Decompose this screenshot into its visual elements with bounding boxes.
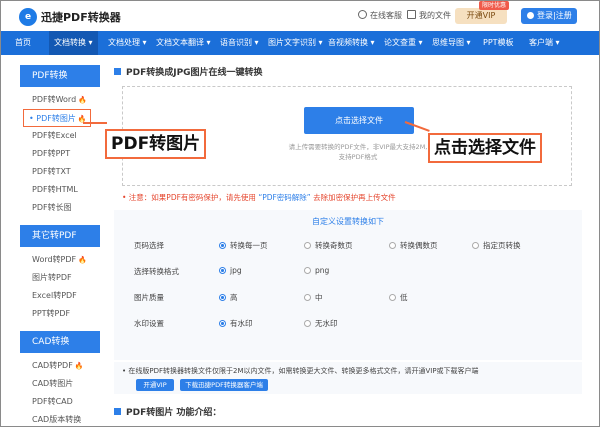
sidebar-item-pdf-to-excel[interactable]: PDF转Excel [20,127,100,145]
hot-icon: 🔥 [74,362,84,370]
callout-arrow-left [83,122,107,124]
download-client-button[interactable]: 下载迅捷PDF转换器客户端 [180,379,268,391]
sidebar: PDF转换 PDF转Word 🔥 • PDF转图片 🔥 PDF转Excel PDF转… [20,65,100,426]
radio-icon [219,294,226,301]
sidebar-item-ppt-to-pdf[interactable]: PPT转PDF [20,305,100,323]
limit-info: • 在线版PDF转换器转换文件仅限于2M以内文件，如需转换更大文件、转换更多格式… [114,362,582,394]
option-every-page[interactable]: 转换每一页 [219,240,268,251]
sidebar-item-excel-to-pdf[interactable]: Excel转PDF [20,287,100,305]
open-vip-button[interactable]: 开通VIP [136,379,174,391]
title-square-icon [114,68,121,75]
screenshot-frame: e 迅捷PDF转换器 在线客服 我的文件 开通VIP 限时优惠 登录|注册 首页… [0,0,600,427]
sidebar-group-to-pdf: 其它转PDF [20,225,100,247]
option-no-watermark[interactable]: 无水印 [304,318,338,329]
logo-icon: e [19,8,37,26]
password-note: • 注意：如果PDF有密码保护，请先使用 “PDF密码解除” 去除加密保护再上传… [122,193,396,202]
radio-icon [304,320,311,327]
radio-icon [219,242,226,249]
title-square-icon [114,408,121,415]
option-jpg[interactable]: jpg [219,266,242,275]
nav-doc-translate[interactable]: 文档文本翻译 ▾ [156,31,211,55]
sidebar-item-pdf-to-html[interactable]: PDF转HTML [20,181,100,199]
option-with-watermark[interactable]: 有水印 [219,318,253,329]
top-bar: e 迅捷PDF转换器 在线客服 我的文件 开通VIP 限时优惠 登录|注册 [1,1,599,31]
vip-promo-badge: 限时优惠 [479,1,510,10]
password-remove-link[interactable]: “PDF密码解除” [258,193,310,202]
sidebar-item-pdf-to-ppt[interactable]: PDF转PPT [20,145,100,163]
nav-speech[interactable]: 语音识别 ▾ [220,31,259,55]
sidebar-group-cad: CAD转换 [20,331,100,353]
sidebar-item-pdf-to-word[interactable]: PDF转Word 🔥 [20,91,100,109]
nav-media[interactable]: 音视频转换 ▾ [328,31,375,55]
nav-mindmap[interactable]: 思维导图 ▾ [432,31,471,55]
option-png[interactable]: png [304,266,329,275]
nav-home[interactable]: 首页 [15,31,31,55]
nav-doc-convert[interactable]: 文档转换 ▾ [49,31,98,55]
option-quality-low[interactable]: 低 [389,292,408,303]
sidebar-item-cad-to-image[interactable]: CAD转图片 [20,375,100,393]
login-button[interactable]: 登录|注册 [521,8,577,24]
callout-pdf-to-image: PDF转图片 [105,129,207,159]
nav-ocr[interactable]: 图片文字识别 ▾ [268,31,323,55]
sidebar-item-pdf-to-cad[interactable]: PDF转CAD [20,393,100,411]
radio-icon [219,320,226,327]
settings-panel: 自定义设置转换如下 页码选择 转换每一页 转换奇数页 转换偶数页 指定页转换 选… [114,210,582,360]
limit-info-text: • 在线版PDF转换器转换文件仅限于2M以内文件，如需转换更大文件、转换更多格式… [122,367,479,375]
sidebar-item-cad-version[interactable]: CAD版本转换 [20,411,100,426]
radio-icon [389,294,396,301]
option-quality-high[interactable]: 高 [219,292,238,303]
radio-icon [304,267,311,274]
nav-ppt[interactable]: PPT模板 [483,31,514,55]
sidebar-item-image-to-pdf[interactable]: 图片转PDF [20,269,100,287]
option-even-pages[interactable]: 转换偶数页 [389,240,438,251]
callout-choose-file: 点击选择文件 [428,133,542,163]
sidebar-item-word-to-pdf[interactable]: Word转PDF 🔥 [20,251,100,269]
my-files-link[interactable]: 我的文件 [407,10,451,21]
sidebar-item-pdf-to-long-image[interactable]: PDF转长图 [20,199,100,217]
page-title: PDF转换成JPG图片在线一键转换 [114,65,263,78]
hot-icon: 🔥 [78,256,87,264]
radio-icon [304,242,311,249]
radio-icon [389,242,396,249]
settings-title: 自定义设置转换如下 [312,217,384,226]
sidebar-item-pdf-to-txt[interactable]: PDF转TXT [20,163,100,181]
vip-button[interactable]: 开通VIP [455,8,507,24]
option-quality-medium[interactable]: 中 [304,292,323,303]
choose-file-button[interactable]: 点击选择文件 [304,107,414,134]
main-nav: 首页 文档转换 ▾ 文档处理 ▾ 文档文本翻译 ▾ 语音识别 ▾ 图片文字识别 … [1,31,599,55]
intro-title: PDF转图片 功能介绍： [114,405,221,418]
nav-client[interactable]: 客户端 ▾ [529,31,560,55]
option-specific-pages[interactable]: 指定页转换 [472,240,521,251]
sidebar-item-pdf-to-image[interactable]: • PDF转图片 🔥 [23,109,91,127]
brand-name: 迅捷PDF转换器 [41,11,121,24]
sidebar-item-cad-to-pdf[interactable]: CAD转PDF 🔥 [20,357,100,375]
nav-doc-process[interactable]: 文档处理 ▾ [108,31,147,55]
radio-icon [304,294,311,301]
customer-service-link[interactable]: 在线客服 [358,10,402,21]
hot-icon: 🔥 [78,96,87,104]
radio-icon [219,267,226,274]
option-odd-pages[interactable]: 转换奇数页 [304,240,353,251]
radio-icon [472,242,479,249]
file-icon [407,10,416,19]
headset-icon [358,10,367,19]
nav-thesis[interactable]: 论文查重 ▾ [384,31,423,55]
sidebar-group-pdf-convert: PDF转换 [20,65,100,87]
